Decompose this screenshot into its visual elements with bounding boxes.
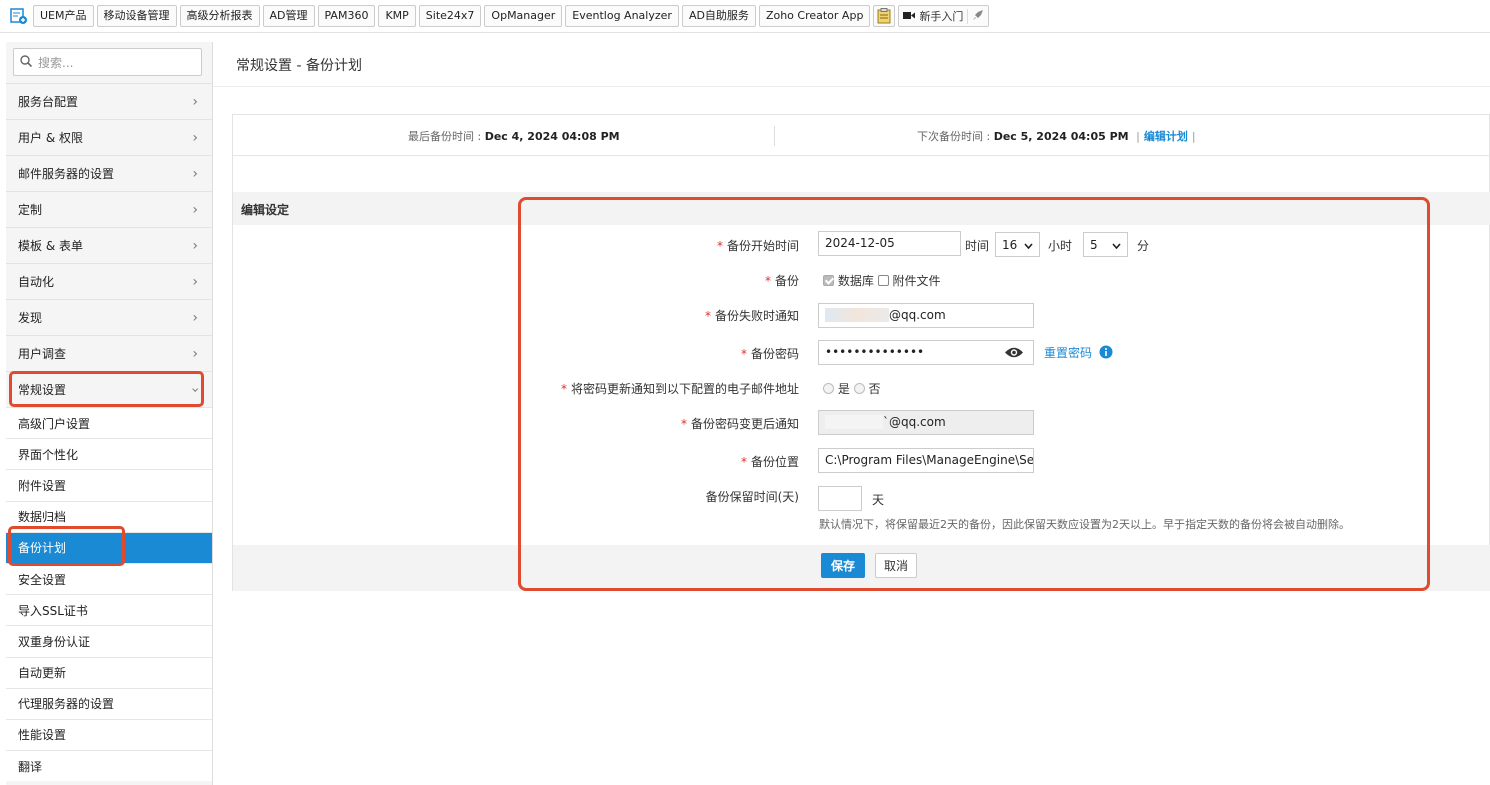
sidebar-subitem-proxy[interactable]: 代理服务器的设置 [6, 687, 212, 719]
sidebar-item-automation[interactable]: 自动化 › [6, 263, 212, 299]
next-backup-label: 下次备份时间 : [917, 130, 994, 143]
search-input[interactable]: 搜索... [13, 48, 202, 76]
clipboard-icon[interactable] [873, 5, 896, 27]
last-backup-value: Dec 4, 2024 04:08 PM [484, 130, 620, 143]
chevron-right-icon: › [192, 309, 198, 326]
sidebar-subitem-auto-update[interactable]: 自动更新 [6, 656, 212, 688]
sidebar-item-label: 定制 [18, 203, 43, 217]
sidebar-subitem-security[interactable]: 安全设置 [6, 562, 212, 595]
search-icon [20, 54, 33, 70]
toolbar-pam360[interactable]: PAM360 [317, 5, 376, 27]
add-app-icon[interactable] [8, 5, 30, 27]
toolbar-ad-selfservice[interactable]: AD自助服务 [681, 5, 756, 27]
highlight-form [518, 197, 1430, 591]
sidebar: 搜索... 服务台配置 › 用户 & 权限 › 邮件服务器的设置 › 定制 › 模板 &… [6, 42, 213, 785]
chevron-right-icon: › [192, 165, 198, 182]
getting-started-button[interactable]: 新手入门 [898, 5, 990, 27]
sidebar-item-label: 用户 & 权限 [18, 131, 83, 145]
sidebar-item-survey[interactable]: 用户调查 › [6, 335, 212, 371]
sidebar-subitem-performance[interactable]: 性能设置 [6, 718, 212, 751]
sidebar-item-label: 用户调查 [18, 347, 67, 361]
sidebar-item-label: 发现 [18, 311, 43, 325]
toolbar-opmanager[interactable]: OpManager [484, 5, 563, 27]
sidebar-subitem-attachments[interactable]: 附件设置 [6, 469, 212, 501]
page-title: 常规设置 - 备份计划 [236, 58, 362, 74]
highlight-general-settings [9, 371, 204, 407]
rocket-icon [967, 8, 984, 24]
toolbar-zoho-creator[interactable]: Zoho Creator App [758, 5, 871, 27]
sidebar-item-label: 邮件服务器的设置 [18, 167, 115, 181]
sidebar-item-mail-server[interactable]: 邮件服务器的设置 › [6, 155, 212, 191]
sidebar-subitem-personalize[interactable]: 界面个性化 [6, 438, 212, 470]
sidebar-item-label: 服务台配置 [18, 95, 79, 109]
toolbar-eventlog[interactable]: Eventlog Analyzer [565, 5, 679, 27]
divider [774, 126, 775, 146]
sidebar-item-users-permissions[interactable]: 用户 & 权限 › [6, 119, 212, 155]
toolbar-kmp[interactable]: KMP [378, 5, 416, 27]
getting-started-label: 新手入门 [919, 10, 964, 23]
chevron-right-icon: › [192, 201, 198, 218]
chevron-right-icon: › [192, 345, 198, 362]
sidebar-subitem-translate[interactable]: 翻译 [6, 750, 212, 782]
separator: | [1191, 130, 1196, 143]
chevron-right-icon: › [192, 237, 198, 254]
chevron-right-icon: › [192, 273, 198, 290]
toolbar-ad-manager[interactable]: AD管理 [262, 5, 315, 27]
video-icon [903, 10, 916, 23]
chevron-right-icon: › [192, 129, 198, 146]
top-toolbar: UEM产品 移动设备管理 高级分析报表 AD管理 PAM360 KMP Site… [0, 0, 1490, 33]
next-backup-value: Dec 5, 2024 04:05 PM [993, 130, 1129, 143]
sidebar-item-templates[interactable]: 模板 & 表单 › [6, 227, 212, 263]
sidebar-item-helpdesk[interactable]: 服务台配置 › [6, 83, 212, 119]
edit-schedule-link[interactable]: 编辑计划 [1144, 130, 1188, 143]
sidebar-subitem-ssl[interactable]: 导入SSL证书 [6, 594, 212, 626]
chevron-right-icon: › [192, 93, 198, 110]
sidebar-item-label: 模板 & 表单 [18, 239, 83, 253]
toolbar-uem[interactable]: UEM产品 [33, 5, 94, 27]
sidebar-item-customization[interactable]: 定制 › [6, 191, 212, 227]
toolbar-analytics[interactable]: 高级分析报表 [179, 5, 260, 27]
last-backup-label: 最后备份时间 : [408, 130, 485, 143]
highlight-backup-schedule [8, 526, 125, 566]
toolbar-mdm[interactable]: 移动设备管理 [96, 5, 177, 27]
sidebar-item-label: 自动化 [18, 275, 55, 289]
sidebar-subitem-2fa[interactable]: 双重身份认证 [6, 625, 212, 657]
next-backup: 下次备份时间 : Dec 5, 2024 04:05 PM | 编辑计划 | [917, 128, 1196, 144]
toolbar-site24x7[interactable]: Site24x7 [418, 5, 482, 27]
sidebar-item-discovery[interactable]: 发现 › [6, 299, 212, 335]
sidebar-menu: 服务台配置 › 用户 & 权限 › 邮件服务器的设置 › 定制 › 模板 & 表单 › 自… [6, 83, 212, 407]
search-placeholder: 搜索... [38, 55, 74, 70]
divider [213, 86, 1490, 87]
general-settings-submenu: 高级门户设置 界面个性化 附件设置 数据归档 备份计划 安全设置 导入SSL证书… [6, 407, 212, 782]
separator: | [1136, 130, 1140, 143]
backup-info-row: 最后备份时间 : Dec 4, 2024 04:08 PM 下次备份时间 : D… [233, 115, 1490, 156]
last-backup: 最后备份时间 : Dec 4, 2024 04:08 PM [408, 128, 620, 144]
sidebar-subitem-portal[interactable]: 高级门户设置 [6, 407, 212, 439]
